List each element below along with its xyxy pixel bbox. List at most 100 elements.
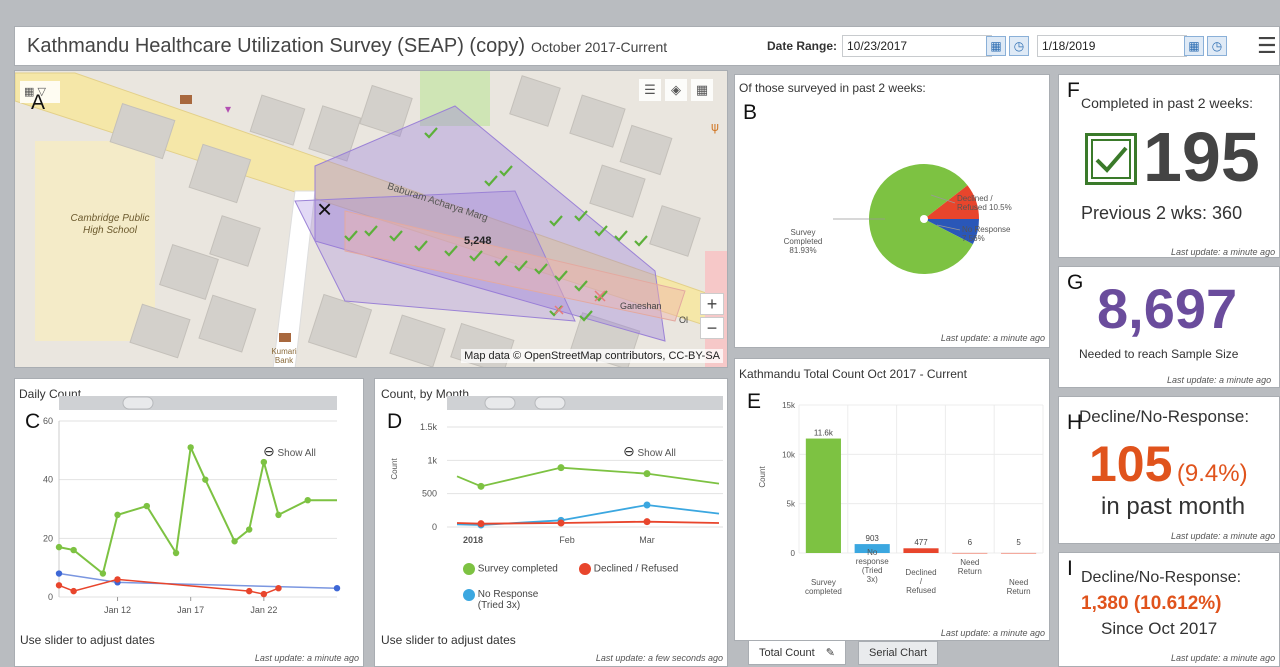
end-clock-icon[interactable]: ◷	[1207, 36, 1227, 56]
map-label-ol: Ol	[679, 315, 688, 325]
monthly-point-survey-completed[interactable]	[643, 470, 651, 478]
daily-point-declined[interactable]	[55, 582, 63, 589]
monthly-line-survey-completed[interactable]	[456, 466, 720, 488]
daily-hint: Use slider to adjust dates	[20, 633, 155, 647]
daily-point-no-response[interactable]	[55, 570, 63, 577]
daily-x-tick: Jan 17	[177, 605, 204, 615]
monthly-point-no-response[interactable]	[643, 501, 651, 509]
daily-point-declined[interactable]	[260, 590, 268, 598]
monthly-point-declined[interactable]	[643, 518, 651, 526]
legend-no-response[interactable]: No Response (Tried 3x)	[463, 589, 553, 611]
daily-point-declined[interactable]	[70, 587, 77, 595]
kpi-f-value: 195	[1143, 118, 1260, 196]
kpi-completed-panel: F Completed in past 2 weeks: 195 Previou…	[1058, 74, 1280, 258]
header-bar: Kathmandu Healthcare Utilization Survey …	[14, 26, 1280, 66]
total-bar[interactable]	[903, 548, 939, 553]
page-title: Kathmandu Healthcare Utilization Survey …	[27, 35, 667, 58]
tab-serial-chart[interactable]: Serial Chart	[858, 641, 939, 665]
page-subtitle: October 2017-Current	[531, 39, 668, 55]
pie-label-noresponse-2: 7.56%	[962, 234, 985, 243]
svg-text:ψ: ψ	[711, 120, 719, 134]
total-last-update: Last update: a minute ago	[940, 628, 1045, 638]
monthly-show-all-label: Show All	[637, 448, 676, 459]
daily-line-declined[interactable]	[58, 578, 279, 595]
pencil-icon[interactable]: ✎	[826, 647, 835, 659]
map-cluster-count[interactable]: 5,248	[464, 235, 492, 247]
pie-label-completed-3: 81.93%	[789, 246, 816, 255]
panel-letter-i: I	[1067, 557, 1073, 580]
kpi-h-percent: (9.4%)	[1176, 460, 1248, 487]
total-y-tick: 10k	[782, 450, 796, 459]
pie-label-completed-2: Completed	[784, 237, 823, 246]
daily-show-all-button[interactable]: ⊖ Show All	[263, 443, 316, 460]
daily-line-survey-completed[interactable]	[58, 443, 337, 576]
monthly-point-survey-completed[interactable]	[557, 464, 565, 472]
total-y-tick: 5k	[787, 500, 796, 509]
end-date-input[interactable]: 1/18/2019	[1037, 35, 1187, 57]
daily-point-declined[interactable]	[275, 585, 282, 592]
daily-point-survey-completed[interactable]	[172, 549, 180, 557]
daily-point-survey-completed[interactable]	[99, 570, 107, 577]
daily-point-no-response[interactable]	[333, 585, 341, 592]
monthly-line-declined[interactable]	[456, 520, 720, 525]
daily-x-tick: Jan 12	[104, 605, 131, 615]
start-calendar-icon[interactable]: ▦	[986, 36, 1006, 56]
daily-point-survey-completed[interactable]	[70, 546, 77, 554]
total-bar-label: 903	[866, 534, 880, 543]
total-category-label: Declined / Refused	[905, 568, 936, 595]
legend-list-icon[interactable]: ☰	[639, 79, 661, 101]
monthly-chart[interactable]: 1.5k 1k 500 0 2018 Feb Mar Count	[375, 379, 728, 667]
daily-point-survey-completed[interactable]	[55, 543, 63, 551]
daily-count-panel: Daily Count C 60 40 20 0 Jan 12 Jan 17 Jan 22 …	[14, 378, 364, 667]
monthly-point-declined[interactable]	[557, 519, 565, 527]
kpi-sample-size-panel: G 8,697 Needed to reach Sample Size Last…	[1058, 266, 1280, 388]
daily-point-declined[interactable]	[246, 587, 253, 595]
total-bar[interactable]	[805, 438, 841, 553]
kpi-h-last-update: Last update: a minute ago	[1171, 531, 1276, 541]
daily-point-declined[interactable]	[114, 576, 121, 583]
daily-point-survey-completed[interactable]	[202, 476, 209, 483]
daily-point-survey-completed[interactable]	[275, 511, 282, 519]
start-clock-icon[interactable]: ◷	[1009, 36, 1029, 56]
total-bar[interactable]	[1001, 552, 1037, 554]
total-bar-chart: 15k10k5k0 11.6kSurvey completed903No respo…	[758, 401, 1044, 596]
daily-point-survey-completed[interactable]	[187, 444, 194, 451]
daily-point-survey-completed[interactable]	[114, 511, 121, 519]
kpi-h-value: 105	[1089, 436, 1173, 492]
close-marker-icon[interactable]: ×	[317, 196, 332, 222]
pie-label-noresponse-1: No Response	[962, 225, 1011, 234]
daily-chart[interactable]: 60 40 20 0 Jan 12 Jan 17 Jan 22	[15, 379, 364, 667]
map-attribution[interactable]: Map data © OpenStreetMap contributors, C…	[461, 349, 723, 363]
daily-show-all-label: Show All	[277, 448, 316, 459]
total-category-label: Survey completed	[805, 578, 842, 596]
tab-total-count[interactable]: Total Count ✎	[748, 641, 846, 665]
pie-panel: Of those surveyed in past 2 weeks: B Sur…	[734, 74, 1050, 348]
daily-point-survey-completed[interactable]	[246, 526, 253, 533]
monthly-hint: Use slider to adjust dates	[381, 633, 516, 647]
monthly-point-declined[interactable]	[477, 520, 485, 528]
monthly-y-tick: 500	[422, 489, 437, 499]
panel-letter-a: A	[31, 91, 46, 114]
hamburger-menu-icon[interactable]: ☰	[1257, 33, 1277, 59]
daily-point-survey-completed[interactable]	[231, 538, 238, 545]
layers-icon[interactable]: ◈	[665, 79, 687, 101]
zoom-in-button[interactable]: +	[700, 293, 724, 315]
monthly-point-survey-completed[interactable]	[477, 482, 485, 490]
legend-declined[interactable]: Declined / Refused	[579, 563, 678, 575]
legend-survey-completed[interactable]: Survey completed	[463, 563, 558, 575]
date-range-label: Date Range:	[767, 39, 838, 53]
monthly-last-update: Last update: a few seconds ago	[595, 653, 723, 663]
kpi-decline-month-panel: H Decline/No-Response: 105 (9.4%) in pas…	[1058, 396, 1280, 544]
zoom-out-button[interactable]: −	[700, 317, 724, 339]
kpi-f-last-update: Last update: a minute ago	[1171, 247, 1276, 257]
total-category-label: Need Return	[958, 558, 982, 576]
monthly-show-all-button[interactable]: ⊖ Show All	[623, 443, 676, 460]
end-calendar-icon[interactable]: ▦	[1184, 36, 1204, 56]
total-bar[interactable]	[952, 552, 988, 554]
kpi-h-title: Decline/No-Response:	[1079, 407, 1250, 426]
daily-point-survey-completed[interactable]	[143, 502, 150, 510]
start-date-input[interactable]: 10/23/2017	[842, 35, 992, 57]
map-panel[interactable]: ψ ▾ ▦ ▽ A ☰ ◈ ▦ Cambridge Public High Sc…	[14, 70, 728, 368]
daily-point-survey-completed[interactable]	[304, 497, 311, 504]
basemap-grid-icon[interactable]: ▦	[691, 79, 713, 101]
